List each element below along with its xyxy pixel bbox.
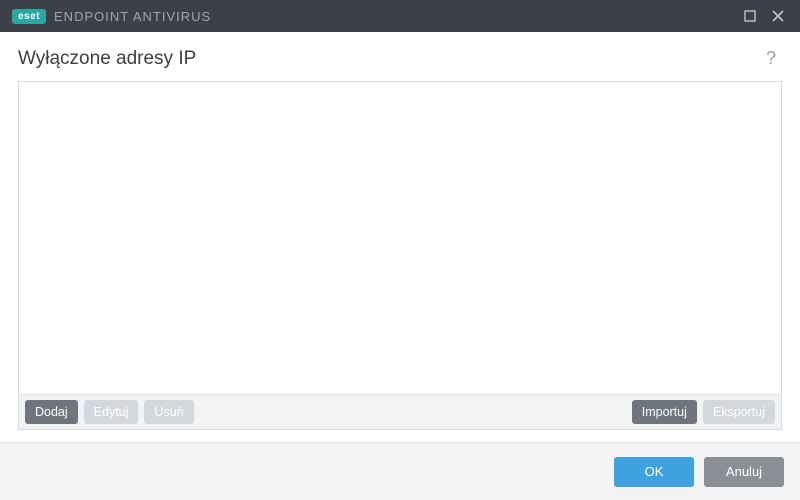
cancel-button[interactable]: Anuluj: [704, 457, 784, 487]
dialog-footer: OK Anuluj: [0, 442, 800, 500]
remove-button[interactable]: Usuń: [144, 400, 193, 424]
ok-button[interactable]: OK: [614, 457, 694, 487]
ip-listbox[interactable]: [19, 82, 781, 394]
import-button[interactable]: Importuj: [632, 400, 697, 424]
add-button[interactable]: Dodaj: [25, 400, 78, 424]
content-area: Dodaj Edytuj Usuń Importuj Eksportuj: [0, 81, 800, 430]
titlebar: eset ENDPOINT ANTIVIRUS: [0, 0, 800, 32]
brand-text: ENDPOINT ANTIVIRUS: [54, 9, 211, 24]
ip-list-panel: Dodaj Edytuj Usuń Importuj Eksportuj: [18, 81, 782, 430]
list-toolbar: Dodaj Edytuj Usuń Importuj Eksportuj: [19, 394, 781, 429]
minimize-icon: [744, 10, 756, 22]
export-button[interactable]: Eksportuj: [703, 400, 775, 424]
page-title: Wyłączone adresy IP: [18, 48, 196, 70]
close-button[interactable]: [764, 2, 792, 30]
minimize-button[interactable]: [736, 2, 764, 30]
help-button[interactable]: ?: [760, 46, 782, 71]
brand-badge: eset: [12, 9, 46, 24]
edit-button[interactable]: Edytuj: [84, 400, 139, 424]
dialog-header: Wyłączone adresy IP ?: [0, 32, 800, 81]
close-icon: [772, 10, 784, 22]
